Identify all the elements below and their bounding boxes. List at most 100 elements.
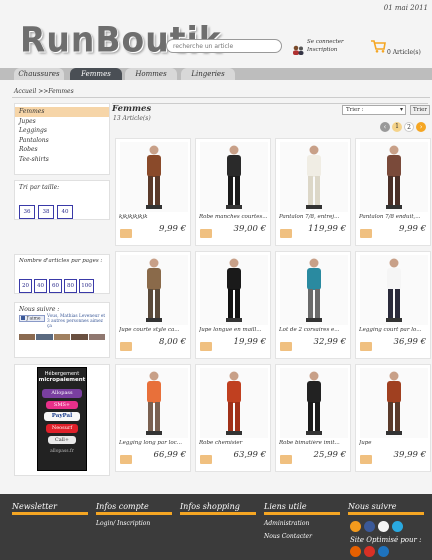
breadcrumb[interactable]: Accueil >>Femmes <box>14 88 74 95</box>
per-page-100[interactable]: 100 <box>79 279 94 293</box>
footer-admin-link[interactable]: Administration <box>264 520 309 527</box>
micropayment-ad[interactable]: Hébergement micropaiement Allopass SMS+ … <box>37 367 87 471</box>
category-leggings[interactable]: Leggings <box>15 126 109 136</box>
footer-bar <box>180 512 256 515</box>
tab-hommes[interactable]: Hommes <box>125 68 177 80</box>
product-card[interactable]: Pantalon 7/8 enduit,... 9,99 € <box>355 138 431 246</box>
register-link[interactable]: Inscription <box>307 46 344 54</box>
tab-femmes[interactable]: Femmes <box>70 68 122 80</box>
divider <box>112 103 428 104</box>
product-image[interactable] <box>280 255 348 325</box>
size-36-button[interactable]: 36 <box>19 205 35 219</box>
login-link[interactable]: Se connecter <box>307 38 344 46</box>
add-to-cart-icon[interactable] <box>120 342 132 351</box>
product-name[interactable]: Legging court par lo... <box>359 327 431 333</box>
footer-contact-link[interactable]: Nous Contacter <box>264 533 312 540</box>
per-page-20[interactable]: 20 <box>19 279 32 293</box>
product-image[interactable] <box>280 142 348 212</box>
per-page-40[interactable]: 40 <box>34 279 47 293</box>
per-page-80[interactable]: 80 <box>64 279 77 293</box>
fb-like-button[interactable]: J'aime <box>19 315 45 322</box>
category-robes[interactable]: Robes <box>15 145 109 155</box>
product-image[interactable] <box>120 142 188 212</box>
add-to-cart-icon[interactable] <box>120 229 132 238</box>
avatar <box>53 334 71 340</box>
twitter-icon[interactable] <box>392 521 403 532</box>
prev-page-icon[interactable]: ‹ <box>380 122 390 132</box>
cart-count[interactable]: 0 Article(s) <box>387 49 421 56</box>
product-card[interactable]: Legging court par lo... 36,99 € <box>355 251 431 359</box>
add-to-cart-icon[interactable] <box>200 342 212 351</box>
product-price: 9,99 € <box>158 224 186 234</box>
next-page-icon[interactable]: › <box>416 122 426 132</box>
search-input[interactable] <box>166 39 282 53</box>
rss-icon[interactable] <box>350 521 361 532</box>
product-card[interactable]: Jupe 39,99 € <box>355 364 431 472</box>
sort-button[interactable]: Trier <box>410 105 430 115</box>
product-card[interactable]: Robe manches courtes... 39,00 € <box>195 138 271 246</box>
add-to-cart-icon[interactable] <box>200 229 212 238</box>
follow-title: Nous suivre : <box>19 306 60 313</box>
product-name[interactable]: Lot de 2 corsaires e... <box>279 327 351 333</box>
add-to-cart-icon[interactable] <box>360 229 372 238</box>
category-tee-shirts[interactable]: Tee-shirts <box>15 155 109 165</box>
product-price: 32,99 € <box>313 337 346 347</box>
add-to-cart-icon[interactable] <box>360 342 372 351</box>
product-card[interactable]: Robe chemisier 63,99 € <box>195 364 271 472</box>
avatar <box>71 334 88 340</box>
product-image[interactable] <box>360 142 428 212</box>
follow-panel: Nous suivre : J'aime Vous, Mathias Leven… <box>14 302 110 358</box>
add-to-cart-icon[interactable] <box>280 229 292 238</box>
add-to-cart-icon[interactable] <box>280 342 292 351</box>
add-to-cart-icon[interactable] <box>280 455 292 464</box>
per-page-60[interactable]: 60 <box>49 279 62 293</box>
product-image[interactable] <box>200 368 268 438</box>
page-2-button[interactable]: 2 <box>404 122 414 132</box>
facebook-icon[interactable] <box>364 521 375 532</box>
product-card[interactable]: Legging long par loc... 66,99 € <box>115 364 191 472</box>
product-image[interactable] <box>120 368 188 438</box>
product-price: 36,99 € <box>393 337 426 347</box>
cart-icon[interactable] <box>370 38 386 57</box>
size-40-button[interactable]: 40 <box>57 205 73 219</box>
product-card[interactable]: Jupe courte style ca... 8,00 € <box>115 251 191 359</box>
add-to-cart-icon[interactable] <box>200 455 212 464</box>
product-name[interactable]: Pantalon 7/8 enduit,... <box>359 214 431 220</box>
product-card[interactable]: Pantalon 7/8, entrej... 119,99 € <box>275 138 351 246</box>
product-card[interactable]: Lot de 2 corsaires e... 32,99 € <box>275 251 351 359</box>
product-name[interactable]: Pantalon 7/8, entrej... <box>279 214 351 220</box>
product-image[interactable] <box>360 368 428 438</box>
sort-select[interactable]: Trier : ▾ <box>342 105 406 115</box>
product-name[interactable]: Robe bimatière imit... <box>279 440 351 446</box>
tab-lingeries[interactable]: Lingeries <box>181 68 235 80</box>
product-image[interactable] <box>360 255 428 325</box>
product-name[interactable]: Robe manches courtes... <box>199 214 271 220</box>
footer-login-link[interactable]: Login/ Inscription <box>96 520 150 527</box>
category-pantalons[interactable]: Pantalons <box>15 136 109 146</box>
product-card[interactable]: Jupe longue en maill... 19,99 € <box>195 251 271 359</box>
product-name[interactable]: Jupe <box>359 440 431 446</box>
product-name[interactable]: Jupe longue en maill... <box>199 327 271 333</box>
product-image[interactable] <box>120 255 188 325</box>
product-card[interactable]: kjkjkjkjkjk 9,99 € <box>115 138 191 246</box>
product-price: 39,00 € <box>233 224 266 234</box>
category-panel: Femmes Jupes Leggings Pantalons Robes Te… <box>14 103 110 175</box>
tab-chaussures[interactable]: Chaussures <box>14 68 64 80</box>
add-to-cart-icon[interactable] <box>360 455 372 464</box>
footer-follow-title: Nous suivre <box>348 502 397 511</box>
product-name[interactable]: Legging long par loc... <box>119 440 191 446</box>
size-38-button[interactable]: 38 <box>38 205 54 219</box>
category-femmes[interactable]: Femmes <box>15 107 109 117</box>
product-name[interactable]: Robe chemisier <box>199 440 271 446</box>
product-card[interactable]: Robe bimatière imit... 25,99 € <box>275 364 351 472</box>
product-name[interactable]: Jupe courte style ca... <box>119 327 191 333</box>
product-image[interactable] <box>200 255 268 325</box>
product-name[interactable]: kjkjkjkjkjk <box>119 214 191 220</box>
product-image[interactable] <box>280 368 348 438</box>
product-image[interactable] <box>200 142 268 212</box>
google-icon[interactable] <box>378 521 389 532</box>
page-1-button[interactable]: 1 <box>392 122 402 132</box>
optimized-label: Site Optimisé pour : <box>350 536 422 544</box>
category-jupes[interactable]: Jupes <box>15 117 109 127</box>
add-to-cart-icon[interactable] <box>120 455 132 464</box>
